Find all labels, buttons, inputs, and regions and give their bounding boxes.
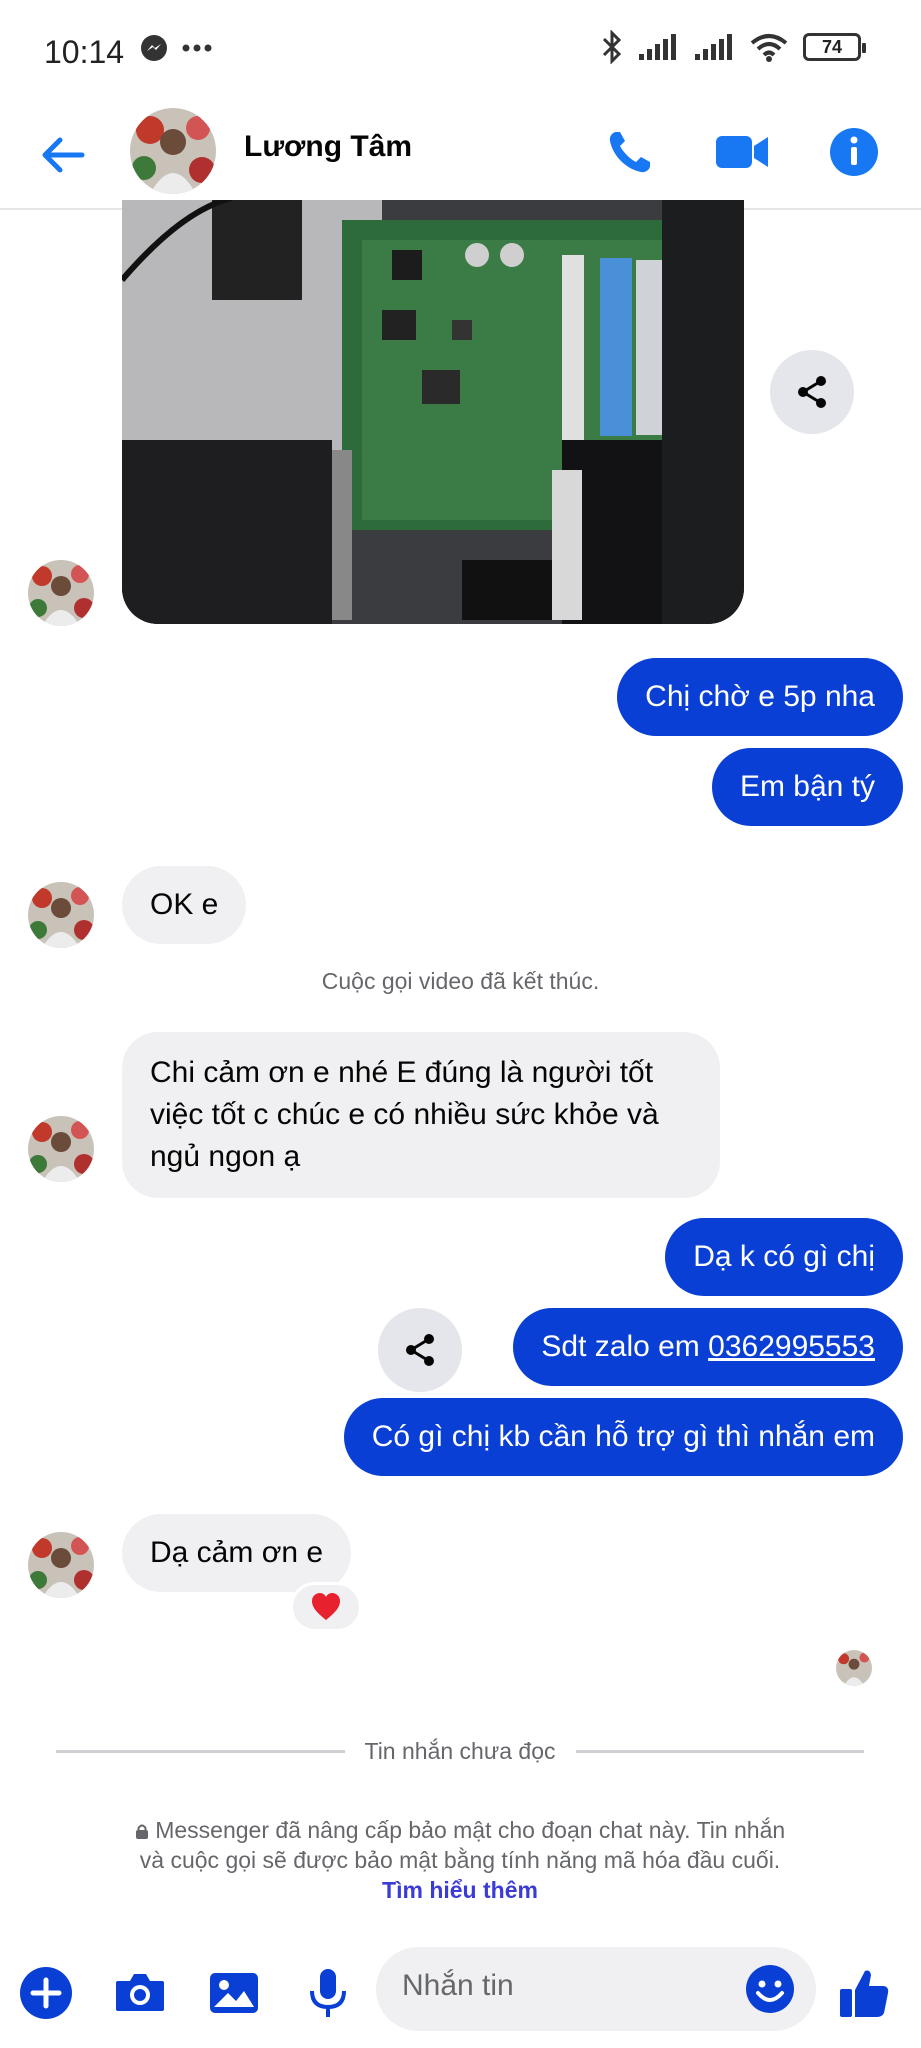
back-arrow-icon[interactable] (38, 130, 88, 180)
divider-line (56, 1750, 345, 1753)
battery-indicator: 74 (803, 33, 866, 61)
call-ended-note: Cuộc gọi video đã kết thúc. (321, 968, 600, 994)
message-list[interactable]: Chị chờ e 5p nha Em bận tý OK e Cuộc gọi… (0, 200, 921, 1945)
incoming-message[interactable]: OK e (122, 866, 247, 944)
gallery-icon[interactable] (204, 1963, 264, 2023)
share-icon (798, 376, 826, 408)
microphone-icon[interactable] (298, 1963, 358, 2023)
status-left-icons (140, 34, 212, 62)
signal-icon-2 (695, 34, 732, 60)
emoji-icon[interactable] (742, 1961, 798, 2017)
more-notifications-icon (182, 44, 212, 52)
divider-line (575, 1750, 864, 1753)
status-bar: 10:14 74 (0, 0, 921, 100)
sender-avatar[interactable] (28, 1532, 94, 1598)
message-input[interactable]: Nhắn tin (376, 1947, 816, 2031)
outgoing-message[interactable]: Em bận tý (711, 748, 903, 826)
outgoing-message[interactable]: Dạ k có gì chị (665, 1218, 903, 1296)
phone-number-link[interactable]: 0362995553 (708, 1330, 875, 1363)
chat-header: Lương Tâm (0, 100, 921, 210)
learn-more-link[interactable]: Tìm hiểu thêm (382, 1877, 538, 1903)
unread-label: Tin nhắn chưa đọc (364, 1738, 556, 1764)
share-message-button[interactable] (378, 1308, 462, 1392)
message-reaction[interactable] (290, 1582, 362, 1632)
share-icon (406, 1334, 434, 1366)
status-right-icons: 74 (601, 30, 866, 64)
plus-icon[interactable] (16, 1963, 76, 2023)
incoming-message[interactable]: Chi cảm ơn e nhé E đúng là người tốt việ… (122, 1032, 720, 1198)
thumbs-up-icon[interactable] (834, 1963, 894, 2023)
sender-avatar[interactable] (28, 560, 94, 626)
sender-avatar[interactable] (28, 882, 94, 948)
outgoing-message-phone[interactable]: Sdt zalo em 0362995553 (513, 1308, 903, 1386)
video-call-icon[interactable] (712, 122, 772, 182)
contact-avatar[interactable] (130, 108, 216, 194)
incoming-message[interactable]: Dạ cảm ơn e (122, 1514, 352, 1592)
outgoing-message[interactable]: Có gì chị kb cần hỗ trợ gì thì nhắn em (343, 1398, 903, 1476)
phone-call-icon[interactable] (600, 122, 660, 182)
lock-icon (135, 1824, 148, 1839)
unread-divider: Tin nhắn chưa đọc (56, 1738, 864, 1765)
message-text: Sdt zalo em (541, 1330, 709, 1363)
message-input-placeholder: Nhắn tin (402, 1969, 514, 2002)
messenger-notification-icon (141, 35, 167, 61)
wifi-icon (750, 34, 788, 62)
encryption-notice: Messenger đã nâng cấp bảo mật cho đoạn c… (120, 1815, 800, 1905)
outgoing-message[interactable]: Chị chờ e 5p nha (617, 658, 903, 736)
status-time: 10:14 (44, 34, 125, 70)
message-composer: Nhắn tin (0, 1945, 921, 2048)
signal-icon-1 (639, 34, 676, 60)
seen-indicator-avatar (836, 1650, 872, 1686)
camera-icon[interactable] (110, 1963, 170, 2023)
sender-avatar[interactable] (28, 1116, 94, 1182)
share-photo-button[interactable] (770, 350, 854, 434)
heart-icon (312, 1593, 340, 1620)
bluetooth-icon (602, 30, 622, 64)
info-icon[interactable] (824, 122, 884, 182)
contact-name[interactable]: Lương Tâm (244, 130, 412, 164)
photo-message[interactable] (122, 200, 744, 624)
encryption-text: Messenger đã nâng cấp bảo mật cho đoạn c… (139, 1817, 786, 1873)
